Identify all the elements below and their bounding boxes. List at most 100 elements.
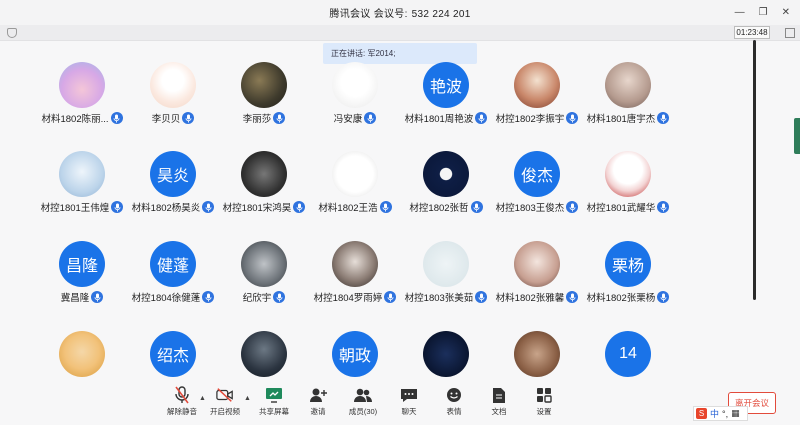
emoji-icon — [445, 386, 463, 404]
avatar — [241, 241, 287, 287]
mic-off-icon — [173, 386, 191, 404]
restore-icon[interactable]: ❐ — [759, 7, 768, 18]
mic-icon — [202, 201, 215, 213]
participant-name-row: 材料1802张雅馨 — [491, 290, 583, 304]
participant-name: 材控1803王俊杰 — [495, 203, 565, 214]
mic-icon — [273, 291, 286, 303]
side-panel-handle[interactable] — [794, 118, 800, 154]
camera-off-icon — [216, 386, 234, 404]
participant-tile[interactable]: 材控1801武耀华 — [582, 151, 674, 231]
participant-tile[interactable]: 纪欣宇 — [218, 241, 310, 321]
mic-icon — [657, 291, 670, 303]
participant-tile[interactable]: 李贝贝 — [127, 62, 219, 142]
participant-name-row: 材控1802张哲 — [400, 200, 492, 214]
invite-button[interactable]: 邀请 — [293, 386, 343, 422]
mic-icon — [111, 201, 124, 213]
participant-name-row: 冯安康 — [309, 111, 401, 125]
shield-icon[interactable] — [7, 28, 17, 38]
avatar — [514, 241, 560, 287]
chat-button[interactable]: 聊天 — [384, 386, 434, 422]
participant-name-row: 李丽莎 — [218, 111, 310, 125]
mic-icon — [379, 201, 392, 213]
scrollbar[interactable] — [753, 40, 756, 300]
avatar — [241, 151, 287, 197]
participant-name-row: 材料1802陈丽... — [36, 111, 128, 125]
avatar: 艳波 — [423, 62, 469, 108]
mic-icon — [384, 291, 397, 303]
participant-tile[interactable]: 冯安康 — [309, 62, 401, 142]
sogou-icon: S — [696, 408, 707, 419]
participant-name-row: 材控1801武耀华 — [582, 200, 674, 214]
avatar — [423, 151, 469, 197]
participant-tile[interactable]: 材控1801宋鸿昊 — [218, 151, 310, 231]
mic-icon — [182, 112, 195, 124]
participant-tile[interactable]: 健蓬材控1804徐健蓬 — [127, 241, 219, 321]
title-bar: 腾讯会议 会议号: 532 224 201 — ❐ ✕ — [0, 0, 800, 25]
minimize-icon[interactable]: — — [735, 7, 745, 18]
participant-tile[interactable]: 艳波材料1801周艳波 — [400, 62, 492, 142]
participant-name-row: 材控1802李振宇 — [491, 111, 583, 125]
mic-icon — [475, 291, 488, 303]
info-bar — [0, 25, 800, 41]
participant-tile[interactable]: 材控1804罗雨婷 — [309, 241, 401, 321]
avatar — [59, 331, 105, 377]
window-controls: — ❐ ✕ — [735, 0, 790, 25]
avatar: 健蓬 — [150, 241, 196, 287]
ime-toolbar[interactable]: S 中 °, ▦ — [693, 406, 748, 421]
participant-name: 材控1804徐健蓬 — [131, 293, 201, 304]
layout-icon[interactable] — [785, 28, 795, 38]
members-icon — [354, 386, 372, 404]
participant-name: 李贝贝 — [151, 114, 181, 125]
add-user-icon — [309, 386, 327, 404]
ime-language: 中 — [710, 409, 720, 419]
avatar — [332, 151, 378, 197]
avatar — [150, 62, 196, 108]
participant-name-row: 材料1801唐宇杰 — [582, 111, 674, 125]
participant-name: 材料1802陈丽... — [41, 114, 109, 125]
participant-name-row: 材料1802张栗杨 — [582, 290, 674, 304]
mic-icon — [657, 112, 670, 124]
mic-icon — [566, 291, 579, 303]
participant-tile[interactable]: 昊炎 材料1802杨昊炎 — [127, 151, 219, 231]
avatar — [423, 331, 469, 377]
participant-name: 材料1801周艳波 — [404, 114, 474, 125]
participant-name-row: 材控1801宋鸿昊 — [218, 200, 310, 214]
meeting-timer: 01:23:48 — [734, 26, 770, 39]
participant-name: 材控1803张美茹 — [404, 293, 474, 304]
participant-tile[interactable]: 栗杨材料1802张栗杨 — [582, 241, 674, 321]
mic-icon — [293, 201, 306, 213]
participant-tile[interactable]: 材料1801唐宇杰 — [582, 62, 674, 142]
participant-tile[interactable]: 李丽莎 — [218, 62, 310, 142]
participant-tile[interactable]: 材料1802张雅馨 — [491, 241, 583, 321]
video-button[interactable]: 开启视频 — [200, 386, 250, 422]
chat-icon — [400, 386, 418, 404]
avatar — [241, 62, 287, 108]
participant-name: 材控1804罗雨婷 — [313, 293, 383, 304]
participant-tile[interactable]: 材控1803张美茹 — [400, 241, 492, 321]
participant-tile[interactable]: 材控1802李振宇 — [491, 62, 583, 142]
emoji-button[interactable]: 表情 — [429, 386, 479, 422]
participant-name: 纪欣宇 — [242, 293, 272, 304]
participant-tile[interactable]: 俊杰 材控1803王俊杰 — [491, 151, 583, 231]
participant-tile[interactable]: 材料1802陈丽... — [36, 62, 128, 142]
avatar: 栗杨 — [605, 241, 651, 287]
participant-tile[interactable]: 材料1802王浩 — [309, 151, 401, 231]
avatar — [59, 151, 105, 197]
participant-name: 材料1802张栗杨 — [586, 293, 656, 304]
participant-name: 冯安康 — [333, 114, 363, 125]
avatar: 朝政 — [332, 331, 378, 377]
settings-button[interactable]: 设置 — [519, 386, 569, 422]
avatar — [332, 241, 378, 287]
share-screen-button[interactable]: 共享屏幕 — [249, 386, 299, 422]
avatar — [514, 62, 560, 108]
participant-tile[interactable]: 昌隆 冀昌隆 — [36, 241, 128, 321]
participant-tile[interactable]: 材控1802张哲 — [400, 151, 492, 231]
mic-icon — [566, 201, 579, 213]
participant-name-row: 冀昌隆 — [36, 290, 128, 304]
members-button[interactable]: 成员(30) — [338, 386, 388, 422]
close-icon[interactable]: ✕ — [782, 7, 790, 18]
avatar: 14 — [605, 331, 651, 377]
participant-name: 材控1801王伟煌 — [40, 203, 110, 214]
participant-tile[interactable]: 材控1801王伟煌 — [36, 151, 128, 231]
docs-button[interactable]: 文档 — [474, 386, 524, 422]
